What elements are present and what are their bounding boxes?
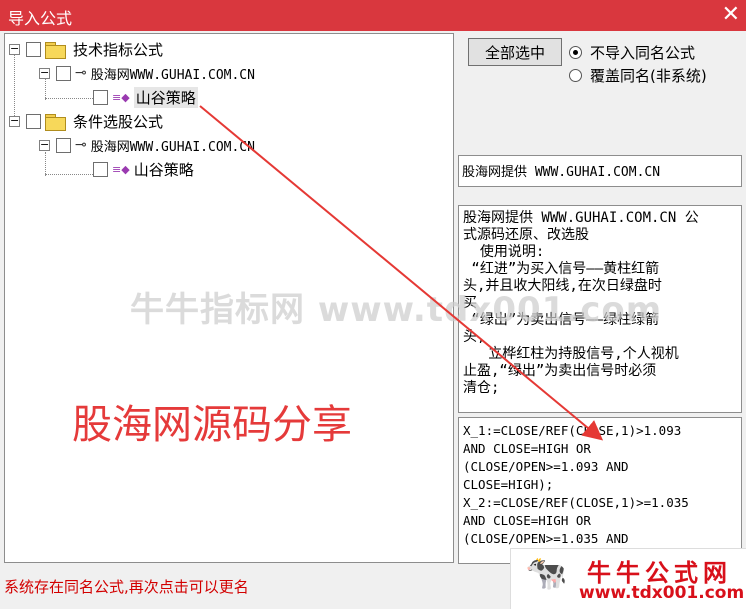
radio-skip-duplicates[interactable]: 不导入同名公式 <box>569 42 695 62</box>
collapse-icon[interactable]: − <box>9 115 20 127</box>
watermark-text: 牛牛指标网 www.tdx001.com <box>130 290 663 330</box>
code-line: AND CLOSE=HIGH OR <box>463 513 591 528</box>
tree-node-label: 股海网WWW.GUHAI.COM.CN <box>90 67 255 83</box>
provider-field: 股海网提供 WWW.GUHAI.COM.CN <box>458 155 742 187</box>
description-line: 清仓; <box>463 380 500 396</box>
close-icon[interactable]: ✕ <box>722 2 740 28</box>
key-icon: ⊸ <box>75 65 87 81</box>
tree-checkbox[interactable] <box>93 89 108 105</box>
title-bar: 导入公式 ✕ <box>0 0 746 31</box>
status-message: 系统存在同名公式,再次点击可以更名 <box>4 578 249 596</box>
formula-icon: ≡◆ <box>112 90 130 104</box>
tree-node-label: 股海网WWW.GUHAI.COM.CN <box>90 139 255 155</box>
formula-code-area[interactable]: X_1:=CLOSE/REF(CLOSE,1)>1.093 AND CLOSE=… <box>458 417 742 564</box>
tree-node-label: 山谷策略 <box>133 160 194 179</box>
radio-label: 不导入同名公式 <box>590 43 696 62</box>
collapse-icon[interactable]: − <box>39 67 50 79</box>
tree-node-stock-screening[interactable]: − 条件选股公式 <box>9 110 163 132</box>
description-line: 股海网提供 WWW.GUHAI.COM.CN 公 <box>463 210 699 226</box>
tree-node-valley-strategy-indicator[interactable]: ≡◆ 山谷策略 <box>93 86 198 108</box>
code-line: (CLOSE/OPEN>=1.093 AND <box>463 459 629 474</box>
collapse-icon[interactable]: − <box>39 139 50 151</box>
tree-line <box>45 98 95 99</box>
tree-checkbox[interactable] <box>56 65 71 81</box>
folder-icon <box>45 41 66 59</box>
code-line: X_2:=CLOSE/REF(CLOSE,1)>=1.035 <box>463 495 689 510</box>
select-all-button[interactable]: 全部选中 <box>468 38 562 66</box>
tree-node-label: 条件选股公式 <box>73 112 164 131</box>
folder-icon <box>45 113 66 131</box>
collapse-icon[interactable]: − <box>9 43 20 55</box>
tree-node-label: 技术指标公式 <box>73 40 164 59</box>
code-line: AND CLOSE=HIGH OR <box>463 441 591 456</box>
description-line: 止盈,“绿出”为卖出信号时必须 <box>463 363 657 379</box>
cow-mascot-icon: 🐄 <box>525 553 568 593</box>
radio-icon <box>569 68 582 82</box>
code-line: X_1:=CLOSE/REF(CLOSE,1)>1.093 <box>463 423 682 438</box>
tree-node-tech-indicators[interactable]: − 技术指标公式 <box>9 38 163 60</box>
tree-node-label: 山谷策略 <box>133 86 198 108</box>
tree-checkbox[interactable] <box>26 113 41 129</box>
badge-url: www.tdx001.com <box>579 583 745 603</box>
tree-node-guhai-indicator[interactable]: − ⊸ 股海网WWW.GUHAI.COM.CN <box>39 62 255 84</box>
tree-checkbox[interactable] <box>56 137 71 153</box>
radio-overwrite[interactable]: 覆盖同名(非系统) <box>569 65 707 85</box>
key-icon: ⊸ <box>75 137 87 153</box>
code-line: CLOSE=HIGH); <box>463 477 554 492</box>
description-line: 立桦红柱为持股信号,个人视机 <box>463 346 679 362</box>
code-line: (CLOSE/OPEN>=1.035 AND <box>463 531 629 546</box>
share-caption: 股海网源码分享 <box>72 402 352 448</box>
window-title: 导入公式 <box>8 9 73 28</box>
radio-label: 覆盖同名(非系统) <box>590 66 707 85</box>
tree-node-guhai-screening[interactable]: − ⊸ 股海网WWW.GUHAI.COM.CN <box>39 134 255 156</box>
description-line: 头, <box>463 329 486 345</box>
tree-checkbox[interactable] <box>93 161 108 177</box>
radio-icon <box>569 45 582 59</box>
tree-line <box>45 174 95 175</box>
brand-badge: 🐄 牛牛公式网 www.tdx001.com <box>510 548 746 609</box>
description-line: 式源码还原、改选股 <box>463 227 589 243</box>
description-line: “红进”为买入信号——黄柱红箭 <box>463 261 660 277</box>
description-line: 使用说明: <box>463 244 545 260</box>
formula-icon: ≡◆ <box>112 162 130 176</box>
tree-checkbox[interactable] <box>26 41 41 57</box>
tree-node-valley-strategy-screening[interactable]: ≡◆ 山谷策略 <box>93 158 194 180</box>
